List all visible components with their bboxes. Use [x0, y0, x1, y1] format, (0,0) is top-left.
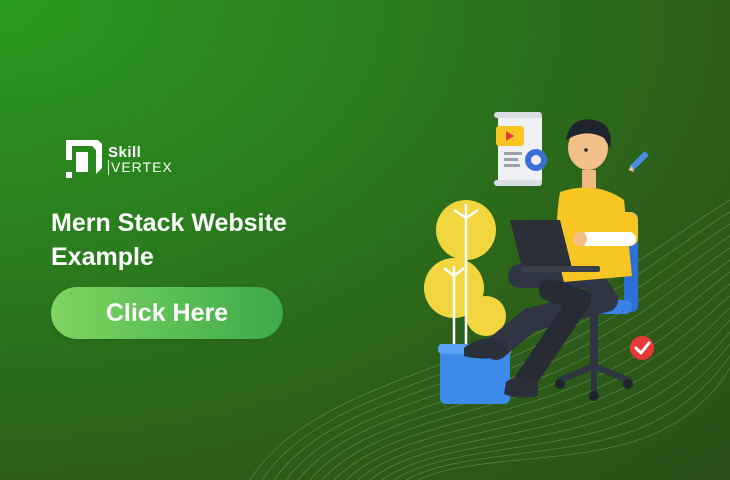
pencil-icon: [628, 151, 649, 172]
brand-logo[interactable]: Skill VERTEX: [64, 138, 184, 182]
page-title-line-2: Example: [51, 243, 154, 271]
document-with-play-and-gear-icon: [494, 112, 547, 186]
brand-name-bottom: VERTEX: [108, 160, 173, 175]
potted-plant-icon: [424, 200, 512, 404]
banner: Skill VERTEX Mern Stack Website Example …: [0, 0, 730, 480]
person-figure: [464, 119, 638, 398]
person-with-laptop-on-chair-icon: [424, 112, 654, 404]
page-title: Mern Stack Website Example: [51, 206, 351, 274]
click-here-button[interactable]: Click Here: [51, 287, 283, 339]
page-title-line-1: Mern Stack Website: [51, 209, 287, 237]
check-badge-icon: [630, 336, 654, 360]
skillvertex-logo-icon: [66, 140, 102, 178]
